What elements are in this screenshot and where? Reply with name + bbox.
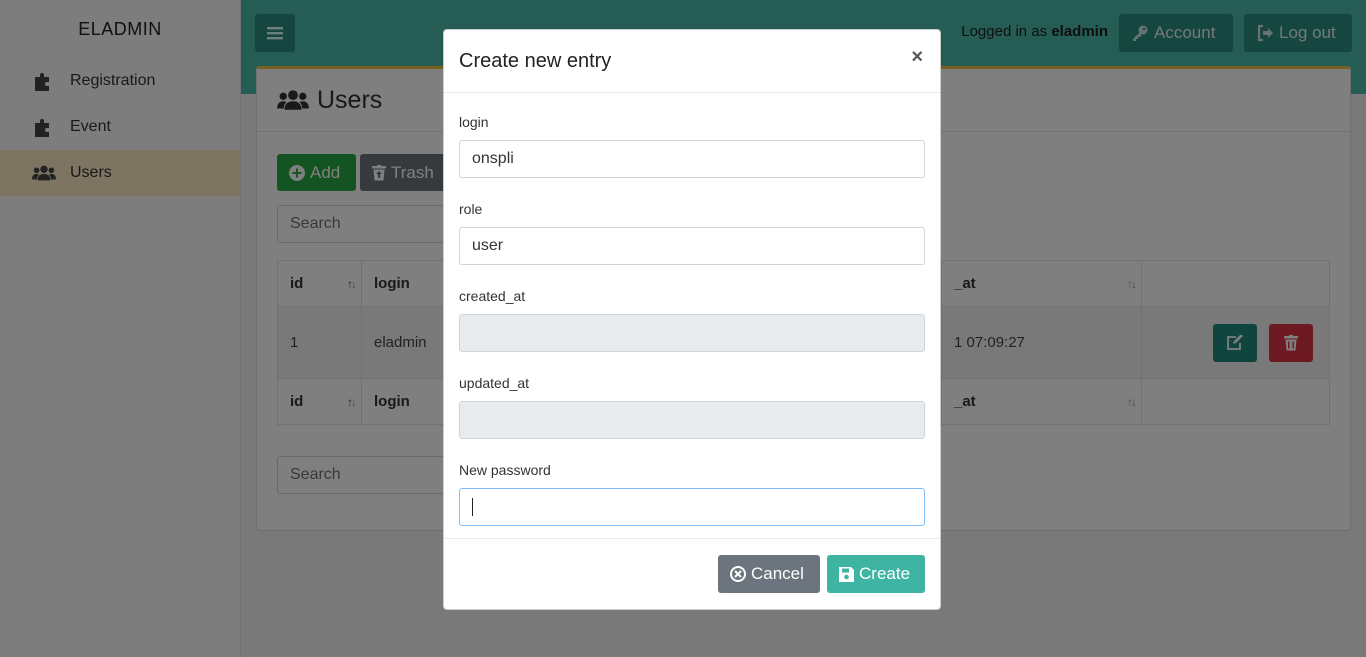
create-entry-modal: Create new entry × login onspli role use… (443, 29, 941, 610)
role-input[interactable]: user (459, 227, 925, 265)
updated-at-input (459, 401, 925, 439)
modal-header: Create new entry × (444, 30, 940, 93)
created-at-label: created_at (459, 288, 526, 304)
created-at-input (459, 314, 925, 352)
save-icon (839, 566, 854, 582)
close-icon[interactable]: × (911, 47, 923, 67)
cancel-label: Cancel (751, 564, 804, 583)
create-label: Create (859, 564, 911, 583)
cancel-button[interactable]: Cancel (718, 555, 820, 593)
login-input[interactable]: onspli (459, 140, 925, 178)
new-password-input[interactable] (459, 488, 925, 526)
role-label: role (459, 201, 483, 217)
text-caret (472, 498, 473, 516)
modal-body: login onspli role user created_at update… (444, 93, 940, 526)
new-password-label: New password (459, 462, 551, 478)
modal-title: Create new entry (459, 49, 612, 72)
modal-footer: Cancel Create (444, 538, 940, 609)
login-label: login (459, 114, 489, 130)
create-button[interactable]: Create (827, 555, 925, 593)
updated-at-label: updated_at (459, 375, 530, 391)
times-circle-icon (730, 566, 746, 582)
